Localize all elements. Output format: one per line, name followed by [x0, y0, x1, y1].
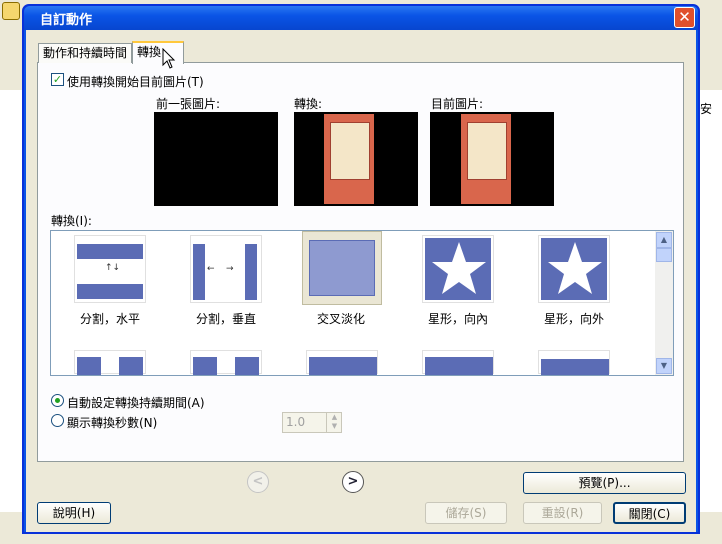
- transition-preview-image: [324, 114, 374, 204]
- previous-image-preview: [154, 112, 278, 206]
- show-seconds-label: 顯示轉換秒數(N): [67, 416, 158, 430]
- close-button[interactable]: 關閉(C): [613, 502, 686, 524]
- previous-arrow-icon[interactable]: <: [247, 471, 269, 493]
- background-text: 安: [700, 102, 713, 116]
- current-image-label: 目前圖片:: [431, 97, 484, 111]
- transition-star-out[interactable]: [538, 235, 610, 303]
- tab-transition[interactable]: 轉換: [132, 41, 184, 64]
- transition-thumbnail[interactable]: [306, 350, 378, 375]
- mouse-cursor-icon: [162, 48, 176, 69]
- reset-button[interactable]: 重設(R): [523, 502, 602, 524]
- current-image-thumbnail: [461, 114, 511, 204]
- scroll-down-icon[interactable]: ▼: [656, 358, 672, 374]
- spinner-arrows-icon[interactable]: ▲ ▼: [326, 413, 342, 432]
- transition-thumbnail[interactable]: [190, 350, 262, 375]
- app-icon: [2, 2, 20, 20]
- previous-image-label: 前一張圖片:: [156, 97, 221, 111]
- use-transition-label: 使用轉換開始目前圖片(T): [67, 75, 204, 89]
- use-transition-checkbox[interactable]: ✓: [51, 73, 64, 86]
- auto-duration-label: 自動設定轉換持續期間(A): [67, 396, 205, 410]
- transition-label: 交叉淡化: [316, 312, 365, 326]
- transition-crossfade-selected[interactable]: [302, 231, 382, 305]
- scrollbar-thumb[interactable]: [656, 248, 672, 262]
- title-bar[interactable]: [24, 6, 698, 30]
- close-icon[interactable]: ✕: [674, 7, 695, 28]
- help-button[interactable]: 說明(H): [37, 502, 111, 524]
- auto-duration-radio[interactable]: [51, 394, 64, 407]
- transition-label: 分割，水平: [79, 312, 140, 326]
- preview-button[interactable]: 預覽(P)...: [523, 472, 686, 494]
- transition-label: 星形，向內: [427, 312, 488, 326]
- transition-split-horizontal[interactable]: ↑↓: [74, 235, 146, 303]
- transition-star-in[interactable]: [422, 235, 494, 303]
- transition-split-vertical[interactable]: ← →: [190, 235, 262, 303]
- save-button[interactable]: 儲存(S): [425, 502, 507, 524]
- transitions-label: 轉換(I):: [51, 214, 92, 228]
- scroll-up-icon[interactable]: ▲: [656, 232, 672, 248]
- transition-preview-label: 轉換:: [294, 97, 323, 111]
- show-seconds-radio[interactable]: [51, 414, 64, 427]
- transition-thumbnail[interactable]: [538, 350, 610, 375]
- transition-thumbnail[interactable]: [74, 350, 146, 375]
- tab-actions-duration[interactable]: 動作和持續時間: [38, 43, 132, 63]
- dialog-title: 自訂動作: [40, 13, 93, 28]
- transition-label: 分割，垂直: [195, 312, 256, 326]
- transition-thumbnail[interactable]: [422, 350, 494, 375]
- next-arrow-icon[interactable]: >: [342, 471, 364, 493]
- transition-label: 星形，向外: [543, 312, 604, 326]
